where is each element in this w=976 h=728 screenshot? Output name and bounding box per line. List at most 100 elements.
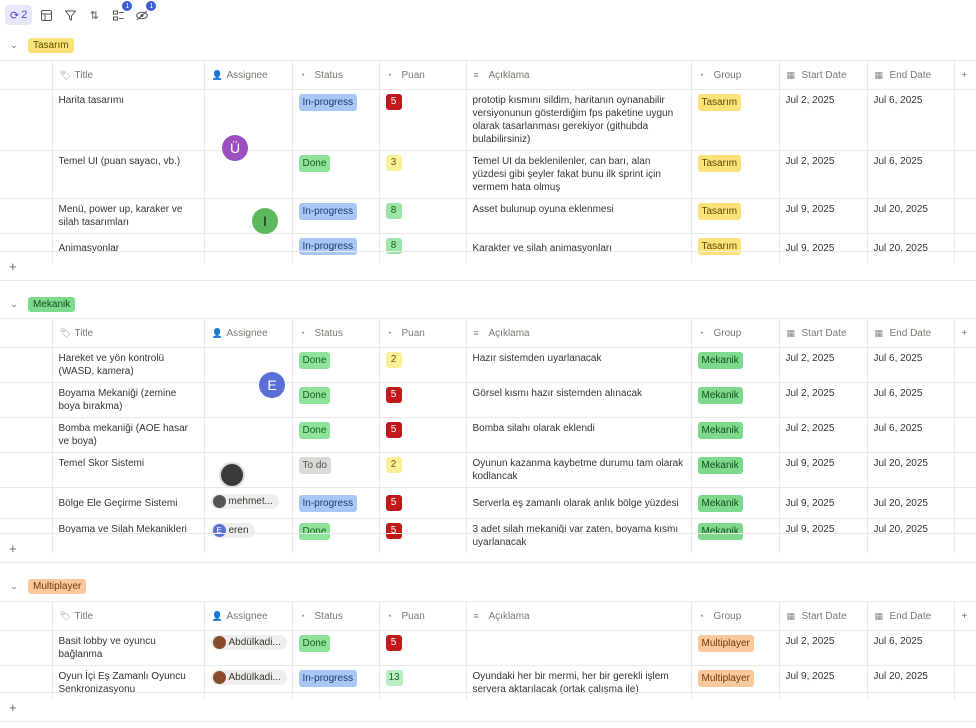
cell-start-date[interactable]: Jul 9, 2025 [778, 487, 867, 519]
cell-end-date[interactable]: Jul 20, 2025 [866, 198, 954, 234]
col-status[interactable]: ◔ Status [291, 318, 379, 348]
avatar[interactable]: I [252, 208, 278, 234]
cell-status[interactable]: In-progress [291, 198, 379, 234]
cell-group[interactable]: Mekanik [690, 487, 779, 519]
cell-start-date[interactable]: Jul 2, 2025 [778, 382, 867, 418]
cell-start-date[interactable]: Jul 2, 2025 [778, 150, 867, 199]
sort-button[interactable]: ⇅ [84, 5, 104, 25]
add-column-button[interactable]: + [953, 318, 976, 348]
table-row[interactable]: Boyama Mekaniği (zemine boya bırakma) Do… [0, 382, 976, 418]
cell-group[interactable]: Mekanik [690, 417, 779, 453]
cell-group[interactable]: Mekanik [690, 452, 779, 488]
cell-puan[interactable]: 5 [378, 630, 466, 666]
cell-end-date[interactable]: Jul 6, 2025 [866, 382, 954, 418]
col-group[interactable]: ◔ Group [690, 60, 779, 90]
chevron-down-icon[interactable]: ⌄ [0, 299, 28, 310]
col-aciklama[interactable]: ≡ Açıklama [465, 318, 691, 348]
cell-puan[interactable]: 2 [378, 452, 466, 488]
cell-puan[interactable]: 5 [378, 487, 466, 519]
cell-group[interactable]: Mekanik [690, 347, 779, 383]
cell-assignee[interactable] [203, 198, 292, 234]
table-row[interactable]: Menü, power up, karaker ve silah tasarım… [0, 198, 976, 234]
cell-title[interactable]: Harita tasarımı [51, 89, 204, 151]
hide-fields-button[interactable]: 1 [132, 1, 157, 25]
table-row[interactable]: Bölge Ele Geçirme Sistemi mehmet... In-p… [0, 487, 976, 519]
col-assignee[interactable]: 👤 Assignee [203, 601, 292, 631]
col-group[interactable]: ◔ Group [690, 601, 779, 631]
col-group[interactable]: ◔ Group [690, 318, 779, 348]
cell-end-date[interactable]: Jul 6, 2025 [866, 150, 954, 199]
col-title[interactable]: 🏷 Title [51, 318, 204, 348]
cell-status[interactable]: To do [291, 452, 379, 488]
cell-start-date[interactable]: Jul 9, 2025 [778, 198, 867, 234]
cell-title[interactable]: Bölge Ele Geçirme Sistemi [51, 487, 204, 519]
cell-title[interactable]: Bomba mekaniği (AOE hasar ve boya) [51, 417, 204, 453]
cell-puan[interactable]: 5 [378, 417, 466, 453]
col-assignee[interactable]: 👤 Assignee [203, 318, 292, 348]
cell-title[interactable]: Basit lobby ve oyuncu bağlanma [51, 630, 204, 666]
assignee-chip[interactable]: mehmet... [210, 494, 279, 509]
cell-status[interactable]: In-progress [291, 487, 379, 519]
cell-start-date[interactable]: Jul 2, 2025 [778, 347, 867, 383]
col-start-date[interactable]: ▦ Start Date [778, 60, 867, 90]
table-row[interactable]: Temel Skor Sistemi To do 2 Oyunun kazanm… [0, 452, 976, 488]
assignee-chip[interactable]: Abdülkadi... [210, 670, 287, 685]
table-row[interactable]: Basit lobby ve oyuncu bağlanma Abdülkadi… [0, 630, 976, 666]
cell-assignee[interactable] [203, 452, 292, 488]
cell-end-date[interactable]: Jul 6, 2025 [866, 630, 954, 666]
cell-end-date[interactable]: Jul 20, 2025 [866, 487, 954, 519]
chevron-down-icon[interactable]: ⌄ [0, 40, 28, 51]
col-puan[interactable]: ◔ Puan [378, 318, 466, 348]
cell-end-date[interactable]: Jul 20, 2025 [866, 452, 954, 488]
cell-assignee[interactable] [203, 89, 292, 151]
col-end-date[interactable]: ▦ End Date [866, 60, 954, 90]
cell-group[interactable]: Mekanik [690, 382, 779, 418]
avatar-photo[interactable] [219, 462, 245, 488]
col-title[interactable]: 🏷 Title [51, 60, 204, 90]
cell-puan[interactable]: 2 [378, 347, 466, 383]
cell-title[interactable]: Menü, power up, karaker ve silah tasarım… [51, 198, 204, 234]
table-row[interactable]: Harita tasarımı In-progress 5 prototip k… [0, 89, 976, 151]
cell-aciklama[interactable] [465, 630, 691, 666]
cell-start-date[interactable]: Jul 9, 2025 [778, 452, 867, 488]
add-row-button[interactable]: + [0, 251, 976, 281]
cell-assignee[interactable]: Abdülkadi... [203, 630, 292, 666]
cell-title[interactable]: Boyama Mekaniği (zemine boya bırakma) [51, 382, 204, 418]
cell-aciklama[interactable]: Bomba silahı olarak eklendi [465, 417, 691, 453]
add-column-button[interactable]: + [953, 601, 976, 631]
col-assignee[interactable]: 👤 Assignee [203, 60, 292, 90]
assignee-chip[interactable]: Abdülkadi... [210, 635, 287, 650]
cell-end-date[interactable]: Jul 6, 2025 [866, 89, 954, 151]
col-start-date[interactable]: ▦ Start Date [778, 318, 867, 348]
col-end-date[interactable]: ▦ End Date [866, 601, 954, 631]
avatar[interactable]: Ü [222, 135, 248, 161]
cell-aciklama[interactable]: Serverla eş zamanlı olarak anlık bölge y… [465, 487, 691, 519]
cell-title[interactable]: Temel Skor Sistemi [51, 452, 204, 488]
group-tag[interactable]: Tasarım [28, 37, 74, 53]
sync-button[interactable]: ⟳ 2 [5, 5, 33, 25]
group-button[interactable]: 1 [108, 1, 133, 25]
cell-start-date[interactable]: Jul 2, 2025 [778, 417, 867, 453]
cell-aciklama[interactable]: prototip kısmını sildim, haritanın oynan… [465, 89, 691, 151]
cell-assignee[interactable] [203, 150, 292, 199]
cell-aciklama[interactable]: Asset bulunup oyuna eklenmesi [465, 198, 691, 234]
cell-start-date[interactable]: Jul 2, 2025 [778, 630, 867, 666]
filter-button[interactable] [60, 5, 80, 25]
col-start-date[interactable]: ▦ Start Date [778, 601, 867, 631]
col-title[interactable]: 🏷 Title [51, 601, 204, 631]
table-row[interactable]: Hareket ve yön kontrolü (WASD, kamera) D… [0, 347, 976, 383]
cell-title[interactable]: Temel UI (puan sayacı, vb.) [51, 150, 204, 199]
cell-puan[interactable]: 3 [378, 150, 466, 199]
table-row[interactable]: Temel UI (puan sayacı, vb.) Done 3 Temel… [0, 150, 976, 199]
cell-status[interactable]: In-progress [291, 89, 379, 151]
cell-puan[interactable]: 5 [378, 382, 466, 418]
cell-end-date[interactable]: Jul 6, 2025 [866, 417, 954, 453]
cell-status[interactable]: Done [291, 382, 379, 418]
cell-status[interactable]: Done [291, 630, 379, 666]
layout-button[interactable] [36, 5, 56, 25]
cell-puan[interactable]: 8 [378, 198, 466, 234]
cell-aciklama[interactable]: Hazır sistemden uyarlanacak [465, 347, 691, 383]
group-tag[interactable]: Mekanik [28, 296, 76, 312]
col-end-date[interactable]: ▦ End Date [866, 318, 954, 348]
cell-title[interactable]: Hareket ve yön kontrolü (WASD, kamera) [51, 347, 204, 383]
